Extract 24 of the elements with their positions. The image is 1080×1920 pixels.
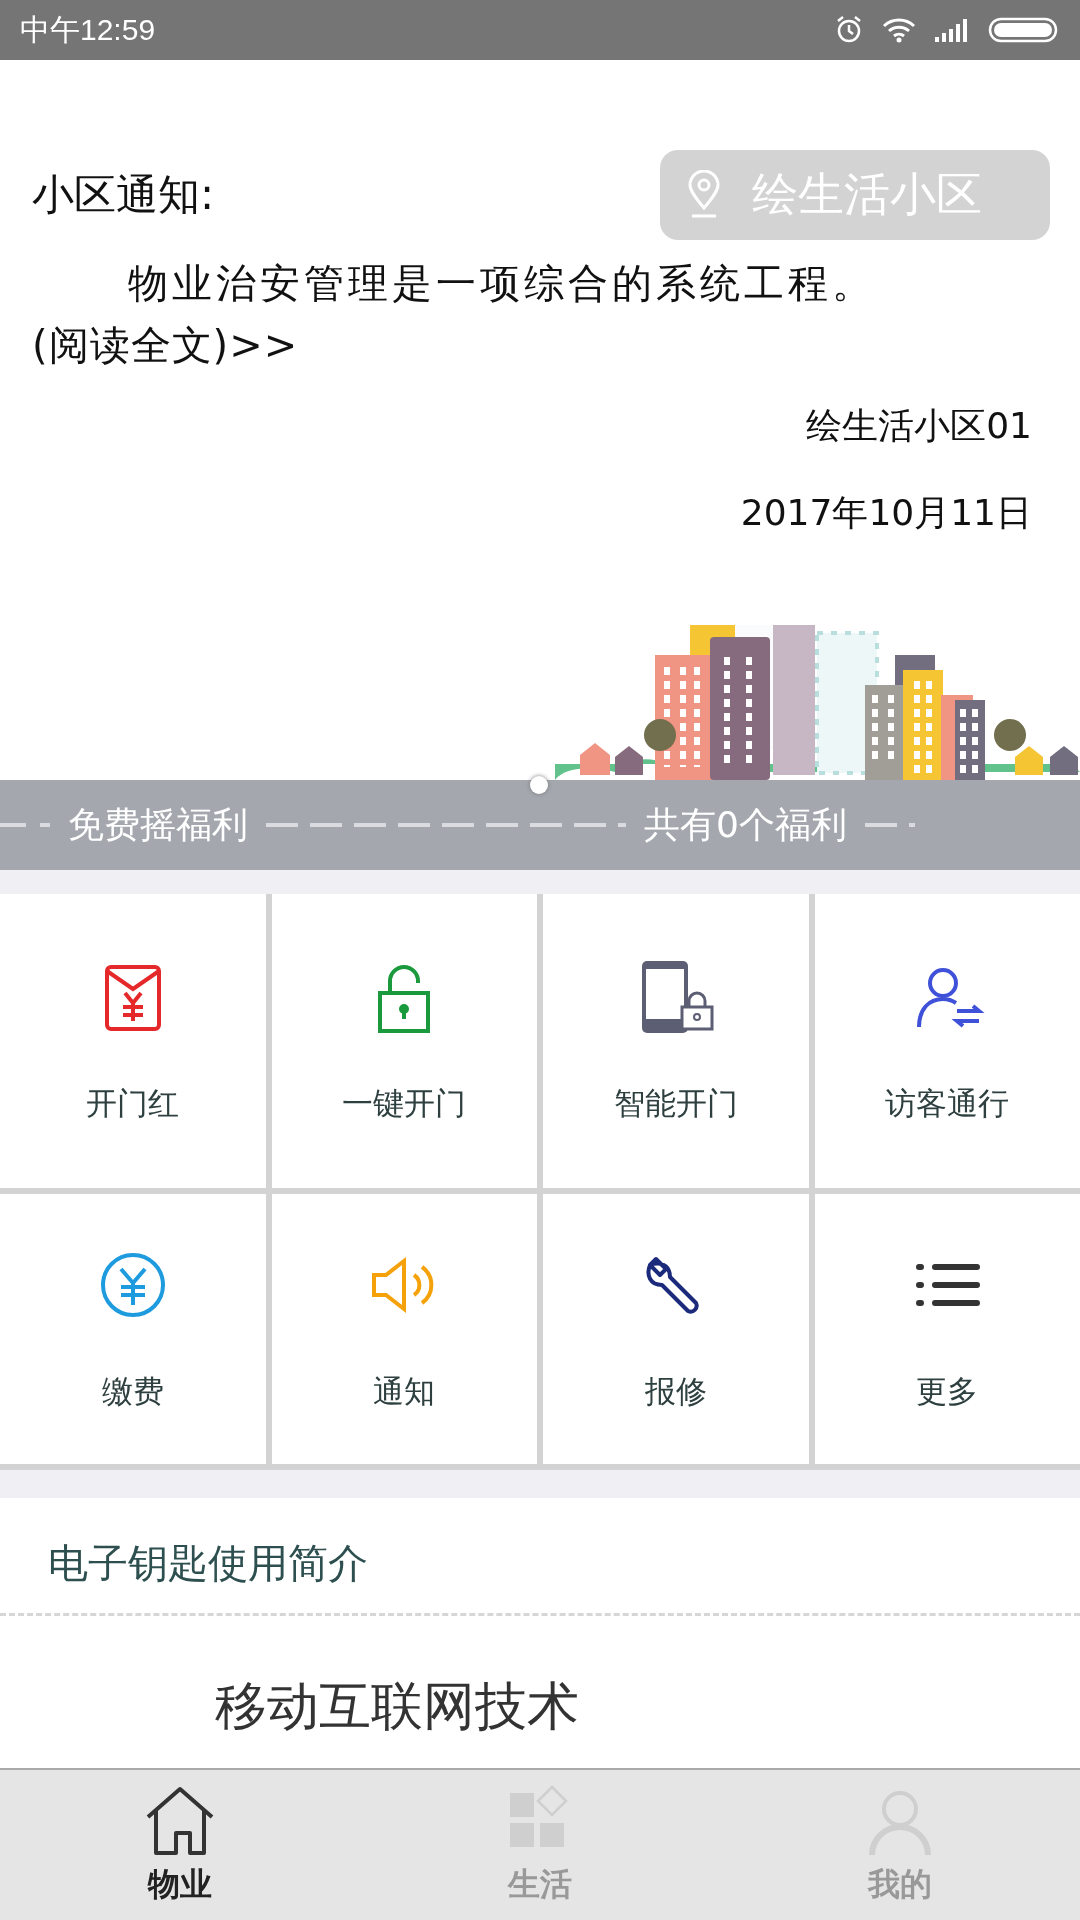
service-tile[interactable]: 开门红 bbox=[0, 894, 266, 1188]
service-tile[interactable]: 缴费 bbox=[0, 1194, 266, 1464]
welfare-count: 共有0个福利 bbox=[644, 802, 847, 847]
notice-title: 小区通知: bbox=[32, 169, 215, 221]
service-tile[interactable]: 智能开门 bbox=[543, 894, 809, 1188]
read-more-link[interactable]: (阅读全文)>> bbox=[32, 322, 299, 368]
service-tile[interactable]: 更多 bbox=[814, 1194, 1080, 1464]
dash-line bbox=[864, 822, 915, 828]
service-tile[interactable]: 通知 bbox=[271, 1194, 537, 1464]
battery-icon bbox=[988, 16, 1060, 44]
service-tile[interactable]: 报修 bbox=[543, 1194, 809, 1464]
status-time: 中午12:59 bbox=[20, 11, 156, 48]
notice-text: 物业治安管理是一项综合的系统工程。 (阅读全文)>> bbox=[32, 259, 877, 370]
article-heading[interactable]: 移动互联网技术 bbox=[215, 1672, 1080, 1742]
wifi-icon bbox=[882, 17, 916, 43]
notice-date: 2017年10月11日 bbox=[739, 491, 1033, 535]
dash-line bbox=[0, 822, 50, 828]
signal-icon bbox=[934, 17, 970, 43]
notice-author: 绘生活小区01 bbox=[805, 404, 1033, 448]
section-title: 电子钥匙使用简介 bbox=[47, 1539, 369, 1588]
service-tile[interactable]: 一键开门 bbox=[271, 894, 537, 1188]
service-tile[interactable]: 访客通行 bbox=[814, 894, 1080, 1188]
nav-tab[interactable]: 物业 bbox=[80, 1782, 280, 1908]
welfare-shake-label: 免费摇福利 bbox=[68, 802, 248, 847]
